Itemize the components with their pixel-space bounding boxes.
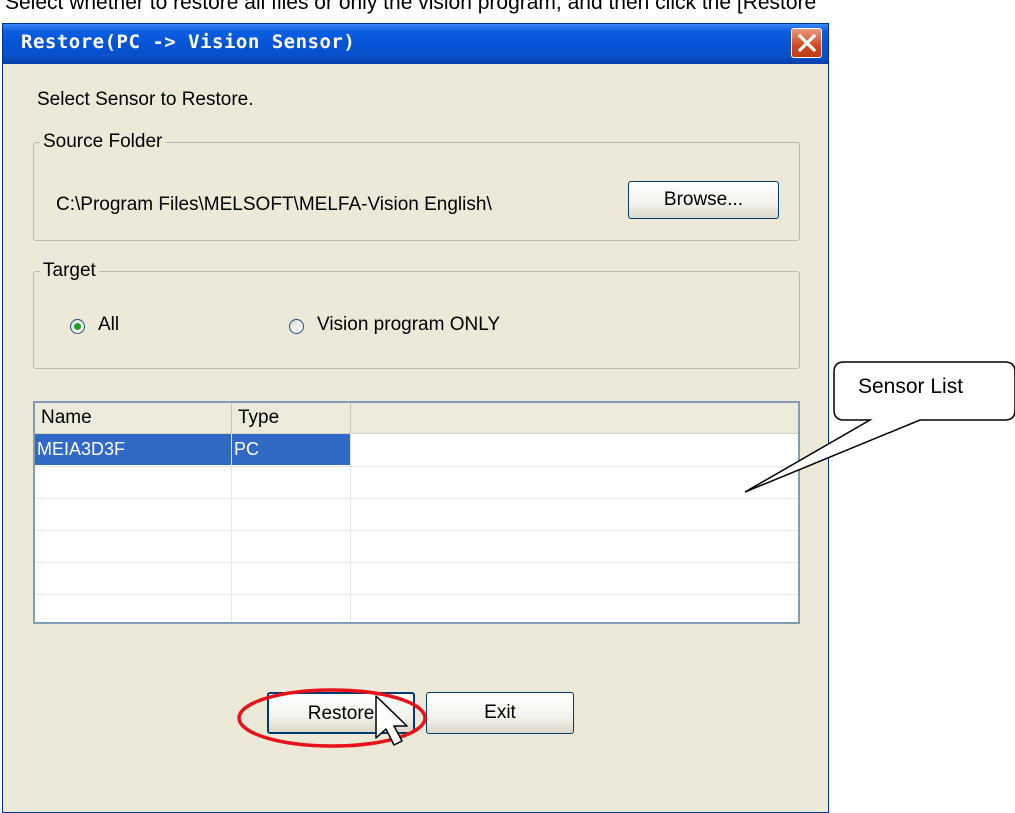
sensor-type-cell: PC [232,434,351,465]
browse-button[interactable]: Browse... [628,181,779,219]
target-group: Target All Vision program ONLY [33,260,800,369]
close-icon [798,34,816,52]
restore-button-label: Restore [307,703,375,724]
table-row-empty [35,594,798,622]
source-folder-group: Source Folder C:\Program Files\MELSOFT\M… [33,131,800,241]
window-title: Restore(PC -> Vision Sensor) [21,31,356,53]
target-label: Target [40,260,99,282]
table-row-empty [35,562,798,595]
sensor-name-cell: MEIA3D3F [35,434,232,465]
browse-button-label: Browse... [663,189,744,210]
restore-button[interactable]: Restore [267,692,415,734]
table-row[interactable]: MEIA3D3F PC [35,434,798,467]
table-row-empty [35,498,798,531]
table-row-empty [35,466,798,499]
source-folder-path: C:\Program Files\MELSOFT\MELFA-Vision En… [56,194,492,215]
radio-vision-program-only[interactable] [289,319,304,334]
sensor-list[interactable]: Name Type MEIA3D3F PC [33,401,800,624]
radio-all-label[interactable]: All [98,314,119,336]
exit-button-label: Exit [484,702,516,723]
close-button[interactable] [791,28,822,58]
restore-dialog: Restore(PC -> Vision Sensor) Select Sens… [2,23,829,813]
radio-all[interactable] [70,319,85,334]
sensor-list-header: Name Type [35,403,798,434]
source-folder-label: Source Folder [40,131,166,153]
restore-prompt: Select Sensor to Restore. [37,89,254,110]
column-header-type[interactable]: Type [232,403,351,433]
exit-button[interactable]: Exit [426,692,574,734]
table-row-empty [35,530,798,563]
radio-vision-program-only-label[interactable]: Vision program ONLY [317,314,500,336]
title-bar[interactable]: Restore(PC -> Vision Sensor) [3,24,828,64]
callout-text: Sensor List [858,375,964,398]
column-header-name[interactable]: Name [35,403,232,433]
instruction-caption: Select whether to restore all files or o… [5,0,817,14]
